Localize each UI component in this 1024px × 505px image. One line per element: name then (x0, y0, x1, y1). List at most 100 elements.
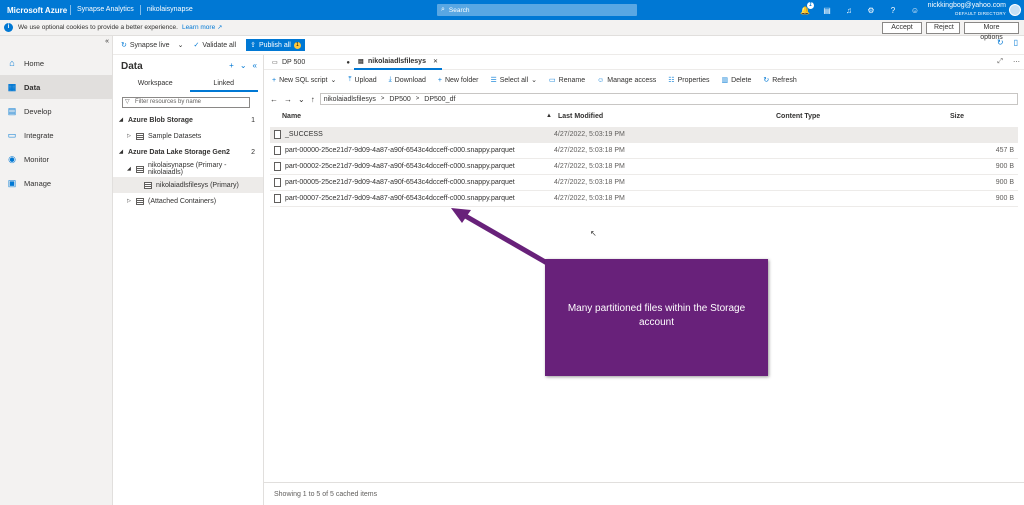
select-all-icon: ☰ (490, 77, 497, 84)
refresh-icon[interactable]: ↻ (997, 38, 1004, 47)
file-size: 900 B (995, 163, 1014, 170)
filter-input[interactable]: ▽ Filter resources by name (122, 97, 250, 108)
reject-button[interactable]: Reject (926, 22, 960, 34)
directory-icon[interactable]: ▤ (820, 6, 834, 15)
column-header-name[interactable]: Name (282, 113, 301, 120)
user-account[interactable]: nickkingbog@yahoo.com DEFAULT DIRECTORY (928, 2, 1006, 18)
tree-group-blob[interactable]: ◢ Azure Blob Storage 1 (113, 112, 263, 128)
brand-title[interactable]: Microsoft Azure (0, 6, 70, 15)
up-icon[interactable]: ↑ (311, 95, 315, 104)
forward-icon[interactable]: → (284, 95, 292, 104)
avatar[interactable] (1009, 4, 1021, 16)
upload-button[interactable]: ⤒ Upload (348, 76, 376, 84)
collapse-all-icon[interactable]: ⌄ (240, 61, 247, 70)
file-modified: 4/27/2022, 5:03:18 PM (554, 147, 625, 154)
close-icon[interactable]: ✕ (433, 58, 438, 65)
tree-item-attached-containers[interactable]: ▷ (Attached Containers) (113, 193, 263, 209)
plus-icon: + (437, 76, 442, 84)
toolbox-icon: ▣ (7, 178, 17, 188)
more-icon[interactable]: ⋯ (1013, 58, 1020, 66)
learn-more-link[interactable]: Learn more (182, 24, 215, 31)
path-segment[interactable]: DP500 (389, 96, 410, 103)
tree-item-nikolaisynapse[interactable]: ◢ nikolaisynapse (Primary - nikolaiadls) (113, 161, 263, 177)
properties-icon: ☷ (668, 77, 675, 84)
column-header-size[interactable]: Size (950, 113, 964, 120)
person-icon: ☺ (597, 76, 605, 84)
cmd-label: Download (394, 76, 426, 84)
add-icon[interactable]: + (229, 61, 234, 70)
path-breadcrumb[interactable]: nikolaiadlsfilesys > DP500 > DP500_df (319, 93, 1018, 105)
column-header-modified[interactable]: Last Modified (558, 113, 603, 120)
tree-item-sample-datasets[interactable]: ▷ Sample Datasets (113, 128, 263, 144)
tab-workspace[interactable]: Workspace (121, 78, 190, 92)
nav-item-home[interactable]: ⌂ Home (0, 51, 113, 75)
sort-ascending-icon[interactable]: ▲ (546, 113, 552, 119)
cookie-banner: i We use optional cookies to provide a b… (0, 20, 1024, 41)
delete-button[interactable]: ▥ Delete (721, 76, 751, 85)
pipeline-icon: ▭ (7, 130, 17, 140)
panel-icon[interactable]: ▯ (1014, 38, 1018, 47)
feedback-icon[interactable]: ☺ (908, 6, 922, 15)
back-icon[interactable]: ← (270, 95, 278, 104)
top-icons: 🔔 1 ▤ ♫ ⚙ ? ☺ (798, 0, 922, 20)
expand-icon[interactable]: ⤢ (997, 58, 1003, 66)
publish-all-button[interactable]: ⇪ Publish all 1 (246, 39, 305, 51)
tree-label: (Attached Containers) (148, 197, 217, 205)
rename-button[interactable]: ▭ Rename (549, 76, 585, 85)
document-tabs: ▭ DP 500 ● ▤ nikolaiadlsfilesys ✕ ⤢ ⋯ (264, 55, 1024, 70)
tab-nikolaiadlsfilesys[interactable]: ▤ nikolaiadlsfilesys ✕ (354, 55, 442, 70)
refresh-button[interactable]: ↻ Refresh (763, 76, 796, 85)
accept-button[interactable]: Accept (882, 22, 922, 34)
info-icon: i (4, 23, 13, 32)
container-icon (144, 181, 152, 189)
validate-label: Validate all (202, 41, 237, 49)
nav-item-develop[interactable]: ▤ Develop (0, 99, 113, 123)
chevron-down-icon[interactable]: ⌄ (298, 95, 305, 104)
more-options-button[interactable]: More options (964, 22, 1019, 41)
validate-all-button[interactable]: ✓ Validate all (193, 41, 237, 50)
tab-dp500[interactable]: ▭ DP 500 ● (268, 55, 354, 70)
properties-button[interactable]: ☷ Properties (668, 76, 710, 85)
path-segment[interactable]: DP500_df (424, 96, 455, 103)
new-folder-button[interactable]: + New folder (438, 77, 479, 84)
breadcrumb-service[interactable]: Synapse Analytics (70, 5, 140, 15)
rename-icon: ▭ (549, 77, 556, 84)
nav-item-integrate[interactable]: ▭ Integrate (0, 123, 113, 147)
nav-label-monitor: Monitor (24, 154, 50, 164)
bell-icon[interactable]: ♫ (842, 6, 856, 15)
file-modified: 4/27/2022, 5:03:19 PM (554, 131, 625, 138)
table-row[interactable]: part-00005-25ce21d7-9d09-4a87-a90f-6543c… (270, 175, 1018, 191)
cmd-label: Properties (677, 76, 710, 84)
workspace-selector[interactable]: ↻ Synapse live ⌄ (121, 41, 183, 50)
refresh-icon: ↻ (763, 77, 770, 84)
tree-item-nikolaiadlsfilesys[interactable]: nikolaiadlsfilesys (Primary) (113, 177, 263, 193)
table-row[interactable]: part-00000-25ce21d7-9d09-4a87-a90f-6543c… (270, 143, 1018, 159)
new-sql-script-button[interactable]: + New SQL script ⌄ (272, 76, 336, 85)
tree-label: nikolaisynapse (Primary - nikolaiadls) (147, 162, 227, 176)
nav-item-manage[interactable]: ▣ Manage (0, 171, 113, 195)
column-header-content-type[interactable]: Content Type (776, 113, 820, 120)
table-row[interactable]: part-00007-25ce21d7-9d09-4a87-a90f-6543c… (270, 191, 1018, 207)
tab-linked[interactable]: Linked (189, 78, 258, 92)
download-button[interactable]: ⤓ Download (389, 76, 426, 84)
external-link-icon: ↗ (217, 25, 223, 31)
table-row[interactable]: part-00002-25ce21d7-9d09-4a87-a90f-6543c… (270, 159, 1018, 175)
data-panel: Data + ⌄ « Workspace Linked ▽ Filter res… (113, 55, 264, 505)
select-all-button[interactable]: ☰ Select all ⌄ (490, 76, 537, 85)
help-icon[interactable]: ? (886, 6, 900, 15)
gear-icon[interactable]: ⚙ (864, 6, 878, 15)
path-bar: ← → ⌄ ↑ nikolaiadlsfilesys > DP500 > DP5… (270, 93, 1018, 105)
search-input[interactable]: ⌕ Search (437, 4, 637, 16)
nav-item-monitor[interactable]: ◉ Monitor (0, 147, 113, 171)
nav-item-data[interactable]: ▦ Data (0, 75, 113, 99)
cmd-label: New folder (444, 76, 479, 84)
filter-icon: ▽ (125, 99, 130, 105)
table-row[interactable]: _SUCCESS 4/27/2022, 5:03:19 PM (270, 127, 1018, 143)
notifications-icon[interactable]: 🔔 1 (798, 1, 814, 15)
collapse-nav-icon[interactable]: « (105, 38, 109, 45)
breadcrumb-workspace[interactable]: nikolaisynapse (139, 5, 199, 15)
manage-access-button[interactable]: ☺ Manage access (597, 77, 656, 84)
tree-group-adls[interactable]: ◢ Azure Data Lake Storage Gen2 2 (113, 144, 263, 160)
path-segment[interactable]: nikolaiadlsfilesys (324, 96, 376, 103)
hide-panel-icon[interactable]: « (253, 61, 257, 70)
